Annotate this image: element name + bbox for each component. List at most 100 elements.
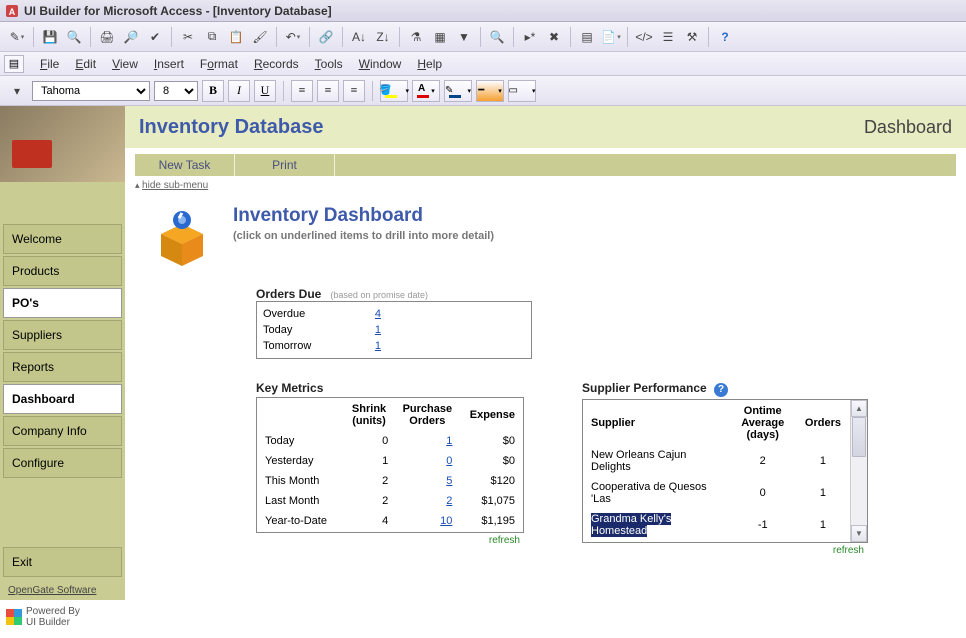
menu-help[interactable]: Help xyxy=(409,54,450,74)
sp-selected-cell[interactable]: Grandma Kelly's Homestead xyxy=(591,513,671,537)
delete-record-icon[interactable]: ✖ xyxy=(543,26,565,48)
sp-scrollbar[interactable]: ▲ ▼ xyxy=(850,400,867,542)
find-icon[interactable]: 🔍 xyxy=(486,26,508,48)
db-window-icon[interactable]: ▤ xyxy=(576,26,598,48)
line-width-button[interactable]: ━▾ xyxy=(476,80,504,102)
km-row: Last Month22$1,075 xyxy=(259,492,521,510)
sp-row: Grandma Kelly's Homestead-11 xyxy=(585,510,847,540)
menu-edit[interactable]: Edit xyxy=(67,54,104,74)
menu-bar: ▤ File Edit View Insert Format Records T… xyxy=(0,52,966,76)
design-view-button[interactable]: ✎▾ xyxy=(6,26,28,48)
km-refresh-link[interactable]: refresh xyxy=(256,533,524,546)
menu-insert[interactable]: Insert xyxy=(146,54,192,74)
orders-today-link[interactable]: 1 xyxy=(375,324,381,336)
supplier-perf-table: Supplier Ontime Average (days) Orders Ne… xyxy=(583,400,849,542)
nav-company-info[interactable]: Company Info xyxy=(3,416,122,446)
print-button[interactable]: Print xyxy=(235,154,335,176)
nav-suppliers[interactable]: Suppliers xyxy=(3,320,122,350)
undo-icon[interactable]: ↶▾ xyxy=(282,26,304,48)
menu-window[interactable]: Window xyxy=(351,54,410,74)
sort-asc-icon[interactable]: A↓ xyxy=(348,26,370,48)
footer-link[interactable]: OpenGate Software xyxy=(0,579,125,600)
bold-button[interactable]: B xyxy=(202,80,224,102)
format-toolbar: ▾ Tahoma 8 B I U ≡ ≡ ≡ 🪣▾ A▾ ✎▾ ━▾ ▭▾ xyxy=(0,76,966,106)
nav-exit[interactable]: Exit xyxy=(3,547,122,577)
nav-configure[interactable]: Configure xyxy=(3,448,122,478)
align-left-button[interactable]: ≡ xyxy=(291,80,313,102)
orders-due-box: Overdue4 Today1 Tomorrow1 xyxy=(256,301,532,359)
nav-reports[interactable]: Reports xyxy=(3,352,122,382)
orders-overdue-link[interactable]: 4 xyxy=(375,308,381,320)
km-row: Today01$0 xyxy=(259,432,521,450)
build-icon[interactable]: ⚒ xyxy=(681,26,703,48)
hyperlink-icon[interactable]: 🔗 xyxy=(315,26,337,48)
underline-button[interactable]: U xyxy=(254,80,276,102)
spelling-icon[interactable]: ✔ xyxy=(144,26,166,48)
file-search-icon[interactable]: 🔍 xyxy=(63,26,85,48)
orders-tomorrow-link[interactable]: 1 xyxy=(375,340,381,352)
scroll-thumb[interactable] xyxy=(852,417,866,457)
format-painter-icon[interactable]: 🖌 xyxy=(249,26,271,48)
help-icon[interactable]: ? xyxy=(714,26,736,48)
print-preview-icon[interactable]: 🔎 xyxy=(120,26,142,48)
nav-welcome[interactable]: Welcome xyxy=(3,224,122,254)
key-metrics-title: Key Metrics xyxy=(256,381,524,395)
nav-products[interactable]: Products xyxy=(3,256,122,286)
align-center-button[interactable]: ≡ xyxy=(317,80,339,102)
menu-view[interactable]: View xyxy=(104,54,146,74)
km-row: Yesterday10$0 xyxy=(259,452,521,470)
dashboard-subtitle: (click on underlined items to drill into… xyxy=(233,230,494,242)
align-right-button[interactable]: ≡ xyxy=(343,80,365,102)
italic-button[interactable]: I xyxy=(228,80,250,102)
copy-icon[interactable]: ⧉ xyxy=(201,26,223,48)
code-icon[interactable]: </> xyxy=(633,26,655,48)
filter-selection-icon[interactable]: ⚗ xyxy=(405,26,427,48)
orders-row-overdue: Overdue4 xyxy=(263,306,381,322)
font-select[interactable]: Tahoma xyxy=(32,81,150,101)
sort-desc-icon[interactable]: Z↓ xyxy=(372,26,394,48)
sp-refresh-link[interactable]: refresh xyxy=(582,543,868,556)
dashboard-title: Inventory Dashboard xyxy=(233,205,494,227)
menu-file[interactable]: File xyxy=(32,54,67,74)
filter-form-icon[interactable]: ▦ xyxy=(429,26,451,48)
view-switch-icon[interactable]: ▤ xyxy=(4,55,24,73)
km-header-shrink: Shrink (units) xyxy=(344,400,394,430)
special-effect-button[interactable]: ▭▾ xyxy=(508,80,536,102)
sp-row: Cooperativa de Quesos 'Las01 xyxy=(585,478,847,508)
print-icon[interactable]: 🖨 xyxy=(96,26,118,48)
app-icon: A xyxy=(4,3,20,19)
nav-pos[interactable]: PO's xyxy=(3,288,122,318)
standard-toolbar: ✎▾ 💾 🔍 🖨 🔎 ✔ ✂ ⧉ 📋 🖌 ↶▾ 🔗 A↓ Z↓ ⚗ ▦ ▼ 🔍 … xyxy=(0,22,966,52)
new-object-icon[interactable]: 📄▾ xyxy=(600,26,622,48)
orders-due-note: (based on promise date) xyxy=(330,290,428,300)
save-icon[interactable]: 💾 xyxy=(39,26,61,48)
supplier-perf-table-wrap: Supplier Ontime Average (days) Orders Ne… xyxy=(582,399,868,543)
properties-icon[interactable]: ☰ xyxy=(657,26,679,48)
scroll-up-icon[interactable]: ▲ xyxy=(851,400,867,417)
km-header-po: Purchase Orders xyxy=(396,400,458,430)
powered-by: Powered ByUI Builder xyxy=(0,600,125,638)
menu-tools[interactable]: Tools xyxy=(307,54,351,74)
font-size-select[interactable]: 8 xyxy=(154,81,198,101)
hide-submenu-link[interactable]: hide sub-menu xyxy=(135,176,956,191)
dashboard-body: Inventory Dashboard (click on underlined… xyxy=(125,193,966,638)
content-area: Inventory Database Dashboard New Task Pr… xyxy=(125,106,966,638)
toggle-filter-icon[interactable]: ▼ xyxy=(453,26,475,48)
font-color-button[interactable]: A▾ xyxy=(412,80,440,102)
orders-row-tomorrow: Tomorrow1 xyxy=(263,338,381,354)
menu-format[interactable]: Format xyxy=(192,54,246,74)
key-metrics-table: Shrink (units) Purchase Orders Expense T… xyxy=(256,397,524,533)
object-select-icon[interactable]: ▾ xyxy=(6,80,28,102)
logo-icon xyxy=(6,609,22,625)
help-icon[interactable]: ? xyxy=(714,383,728,397)
window-titlebar: A UI Builder for Microsoft Access - [Inv… xyxy=(0,0,966,22)
menu-records[interactable]: Records xyxy=(246,54,307,74)
new-task-button[interactable]: New Task xyxy=(135,154,235,176)
scroll-down-icon[interactable]: ▼ xyxy=(851,525,867,542)
new-record-icon[interactable]: ▸* xyxy=(519,26,541,48)
line-color-button[interactable]: ✎▾ xyxy=(444,80,472,102)
fill-color-button[interactable]: 🪣▾ xyxy=(380,80,408,102)
cut-icon[interactable]: ✂ xyxy=(177,26,199,48)
nav-dashboard[interactable]: Dashboard xyxy=(3,384,122,414)
paste-icon[interactable]: 📋 xyxy=(225,26,247,48)
